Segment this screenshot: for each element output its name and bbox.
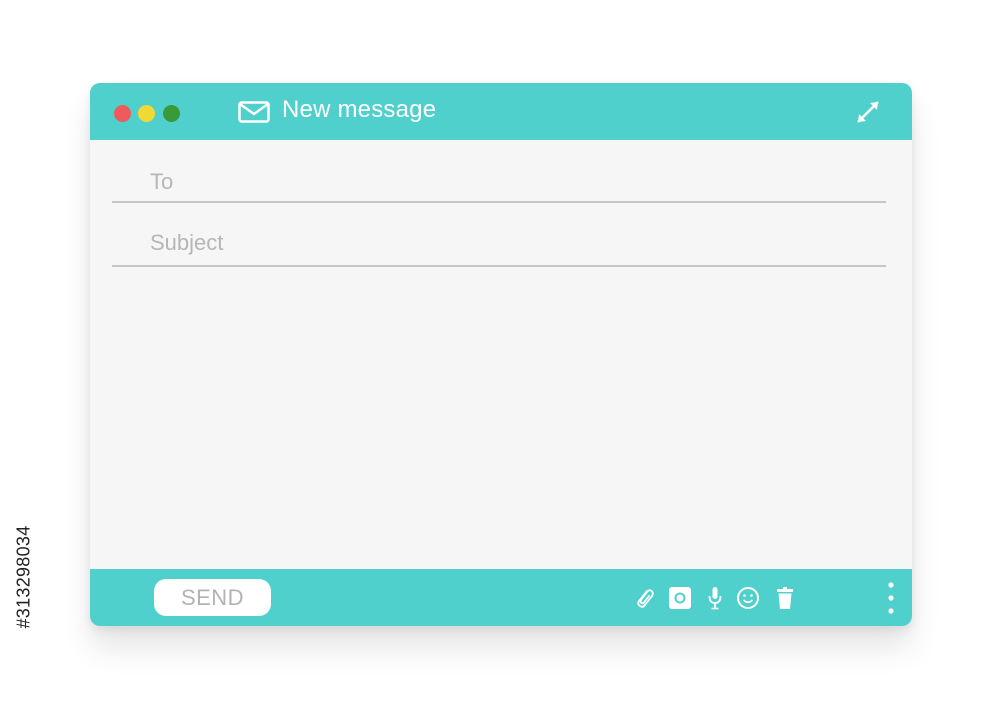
maximize-window-button[interactable] (163, 105, 180, 122)
minimize-window-button[interactable] (138, 105, 155, 122)
message-body[interactable] (90, 269, 912, 569)
close-window-button[interactable] (114, 105, 131, 122)
image-id-watermark: #313298034 (12, 473, 36, 680)
microphone-icon[interactable] (703, 586, 727, 610)
vertical-ellipsis-icon[interactable] (886, 580, 896, 616)
expand-icon[interactable] (854, 98, 882, 126)
envelope-icon (238, 101, 270, 123)
window-title: New message (282, 96, 437, 123)
subject-field[interactable]: Subject (112, 225, 886, 267)
to-field[interactable]: To (112, 168, 886, 203)
image-id-text: #313298034 (13, 525, 34, 629)
screen: New message To Subject SEND #313298034 (0, 0, 1000, 707)
trash-icon[interactable] (773, 586, 797, 610)
emoji-icon[interactable] (736, 586, 760, 610)
subject-label: Subject (150, 230, 224, 255)
paperclip-icon[interactable] (632, 586, 656, 610)
camera-icon[interactable] (668, 586, 692, 610)
send-button[interactable]: SEND (154, 579, 271, 616)
to-label: To (150, 169, 174, 194)
title-bar: New message (90, 83, 912, 140)
new-message-window: New message To Subject SEND (90, 83, 912, 626)
compose-toolbar: SEND (90, 569, 912, 626)
